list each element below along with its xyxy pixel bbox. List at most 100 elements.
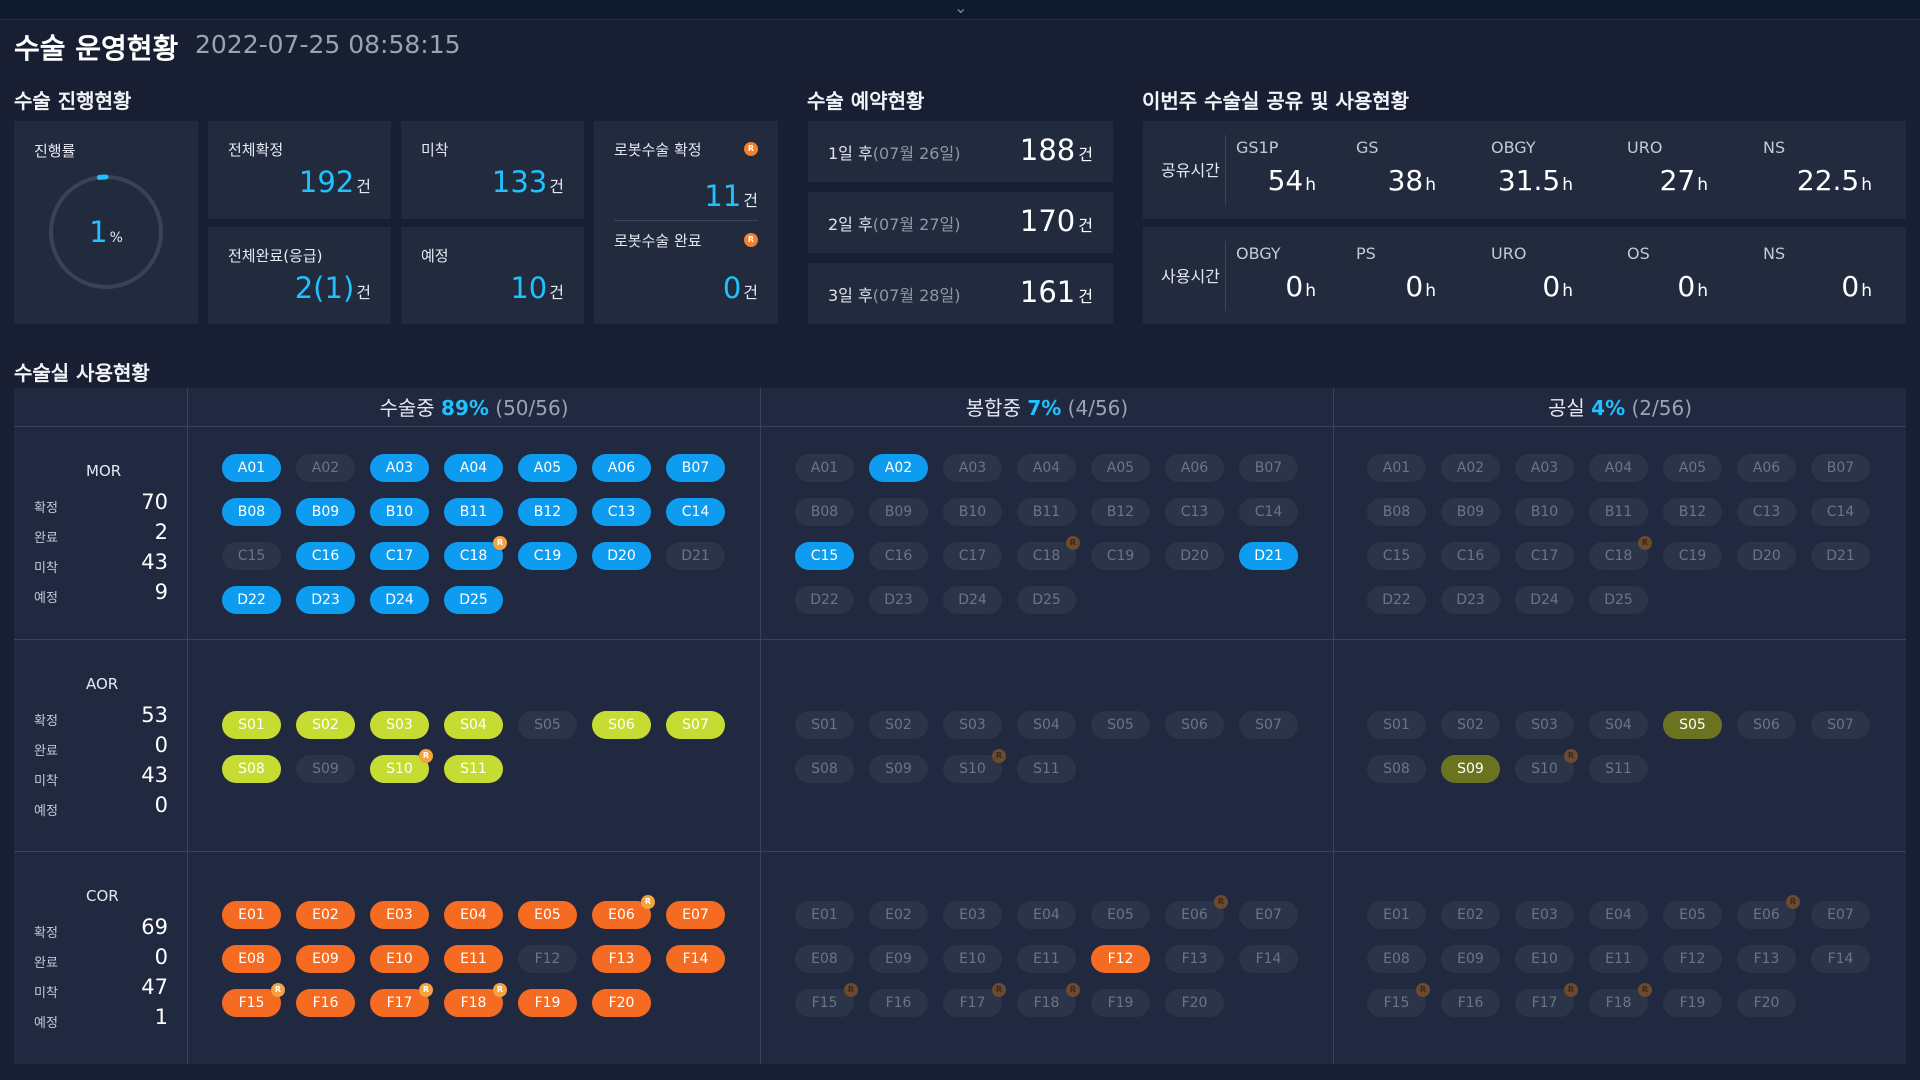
room-pill-f12[interactable]: F12 <box>518 945 577 973</box>
room-pill-e07[interactable]: E07 <box>1811 901 1870 929</box>
room-pill-s02[interactable]: S02 <box>296 711 355 739</box>
room-pill-b09[interactable]: B09 <box>1441 498 1500 526</box>
room-pill-f13[interactable]: F13 <box>592 945 651 973</box>
room-pill-s08[interactable]: S08 <box>222 755 281 783</box>
room-pill-e11[interactable]: E11 <box>1589 945 1648 973</box>
room-pill-c14[interactable]: C14 <box>666 498 725 526</box>
room-pill-e03[interactable]: E03 <box>370 901 429 929</box>
room-pill-a04[interactable]: A04 <box>1017 454 1076 482</box>
room-pill-f17[interactable]: F17 R <box>1515 983 1578 1017</box>
room-pill-s03[interactable]: S03 <box>1515 711 1574 739</box>
room-pill-s11[interactable]: S11 <box>444 755 503 783</box>
room-pill-b11[interactable]: B11 <box>1589 498 1648 526</box>
room-pill-c16[interactable]: C16 <box>1441 542 1500 570</box>
room-pill-c18[interactable]: C18 R <box>444 536 507 570</box>
room-pill-e07[interactable]: E07 <box>1239 901 1298 929</box>
room-pill-a06[interactable]: A06 <box>1165 454 1224 482</box>
room-pill-c18[interactable]: C18 R <box>1017 536 1080 570</box>
room-pill-f12[interactable]: F12 <box>1091 945 1150 973</box>
room-pill-f14[interactable]: F14 <box>1239 945 1298 973</box>
room-pill-s06[interactable]: S06 <box>1165 711 1224 739</box>
room-pill-s04[interactable]: S04 <box>444 711 503 739</box>
room-pill-a06[interactable]: A06 <box>592 454 651 482</box>
room-pill-e01[interactable]: E01 <box>222 901 281 929</box>
room-pill-b07[interactable]: B07 <box>666 454 725 482</box>
room-pill-b08[interactable]: B08 <box>222 498 281 526</box>
room-pill-f17[interactable]: F17 R <box>370 983 433 1017</box>
room-pill-e01[interactable]: E01 <box>795 901 854 929</box>
room-pill-e10[interactable]: E10 <box>370 945 429 973</box>
room-pill-f13[interactable]: F13 <box>1165 945 1224 973</box>
room-pill-e10[interactable]: E10 <box>1515 945 1574 973</box>
room-pill-s05[interactable]: S05 <box>1663 711 1722 739</box>
room-pill-d20[interactable]: D20 <box>1165 542 1224 570</box>
room-pill-c13[interactable]: C13 <box>1165 498 1224 526</box>
room-pill-e06[interactable]: E06 R <box>1165 895 1228 929</box>
room-pill-f18[interactable]: F18 R <box>444 983 507 1017</box>
room-pill-b12[interactable]: B12 <box>1091 498 1150 526</box>
room-pill-b11[interactable]: B11 <box>1017 498 1076 526</box>
room-pill-e03[interactable]: E03 <box>1515 901 1574 929</box>
room-pill-d24[interactable]: D24 <box>1515 586 1574 614</box>
room-pill-d23[interactable]: D23 <box>1441 586 1500 614</box>
room-pill-c13[interactable]: C13 <box>592 498 651 526</box>
room-pill-f15[interactable]: F15 R <box>1367 983 1430 1017</box>
room-pill-d24[interactable]: D24 <box>370 586 429 614</box>
room-pill-b09[interactable]: B09 <box>869 498 928 526</box>
room-pill-c18[interactable]: C18 R <box>1589 536 1652 570</box>
room-pill-e09[interactable]: E09 <box>869 945 928 973</box>
room-pill-e10[interactable]: E10 <box>943 945 1002 973</box>
room-pill-s01[interactable]: S01 <box>1367 711 1426 739</box>
room-pill-b12[interactable]: B12 <box>518 498 577 526</box>
room-pill-b09[interactable]: B09 <box>296 498 355 526</box>
room-pill-c15[interactable]: C15 <box>1367 542 1426 570</box>
room-pill-s11[interactable]: S11 <box>1589 755 1648 783</box>
room-pill-d25[interactable]: D25 <box>444 586 503 614</box>
room-pill-s01[interactable]: S01 <box>795 711 854 739</box>
room-pill-d20[interactable]: D20 <box>592 542 651 570</box>
room-pill-b10[interactable]: B10 <box>1515 498 1574 526</box>
room-pill-f18[interactable]: F18 R <box>1589 983 1652 1017</box>
room-pill-c17[interactable]: C17 <box>370 542 429 570</box>
room-pill-e02[interactable]: E02 <box>1441 901 1500 929</box>
room-pill-b07[interactable]: B07 <box>1239 454 1298 482</box>
room-pill-c16[interactable]: C16 <box>869 542 928 570</box>
room-pill-f16[interactable]: F16 <box>869 989 928 1017</box>
room-pill-a04[interactable]: A04 <box>444 454 503 482</box>
room-pill-d22[interactable]: D22 <box>1367 586 1426 614</box>
room-pill-f16[interactable]: F16 <box>296 989 355 1017</box>
room-pill-c14[interactable]: C14 <box>1239 498 1298 526</box>
room-pill-d22[interactable]: D22 <box>222 586 281 614</box>
room-pill-c17[interactable]: C17 <box>943 542 1002 570</box>
room-pill-c19[interactable]: C19 <box>1663 542 1722 570</box>
room-pill-f15[interactable]: F15 R <box>222 983 285 1017</box>
room-pill-e08[interactable]: E08 <box>222 945 281 973</box>
room-pill-b12[interactable]: B12 <box>1663 498 1722 526</box>
room-pill-d24[interactable]: D24 <box>943 586 1002 614</box>
room-pill-f18[interactable]: F18 R <box>1017 983 1080 1017</box>
room-pill-e09[interactable]: E09 <box>296 945 355 973</box>
room-pill-d21[interactable]: D21 <box>1239 542 1298 570</box>
room-pill-f16[interactable]: F16 <box>1441 989 1500 1017</box>
room-pill-f20[interactable]: F20 <box>592 989 651 1017</box>
room-pill-a03[interactable]: A03 <box>1515 454 1574 482</box>
room-pill-a05[interactable]: A05 <box>1663 454 1722 482</box>
room-pill-b07[interactable]: B07 <box>1811 454 1870 482</box>
room-pill-d22[interactable]: D22 <box>795 586 854 614</box>
room-pill-e03[interactable]: E03 <box>943 901 1002 929</box>
room-pill-e04[interactable]: E04 <box>1017 901 1076 929</box>
room-pill-d23[interactable]: D23 <box>296 586 355 614</box>
room-pill-c16[interactable]: C16 <box>296 542 355 570</box>
room-pill-s09[interactable]: S09 <box>869 755 928 783</box>
room-pill-b08[interactable]: B08 <box>1367 498 1426 526</box>
room-pill-e04[interactable]: E04 <box>1589 901 1648 929</box>
room-pill-d21[interactable]: D21 <box>666 542 725 570</box>
room-pill-f17[interactable]: F17 R <box>943 983 1006 1017</box>
room-pill-e07[interactable]: E07 <box>666 901 725 929</box>
room-pill-e02[interactable]: E02 <box>296 901 355 929</box>
room-pill-e11[interactable]: E11 <box>444 945 503 973</box>
room-pill-f14[interactable]: F14 <box>666 945 725 973</box>
room-pill-c19[interactable]: C19 <box>518 542 577 570</box>
room-pill-a02[interactable]: A02 <box>869 454 928 482</box>
room-pill-a03[interactable]: A03 <box>943 454 1002 482</box>
